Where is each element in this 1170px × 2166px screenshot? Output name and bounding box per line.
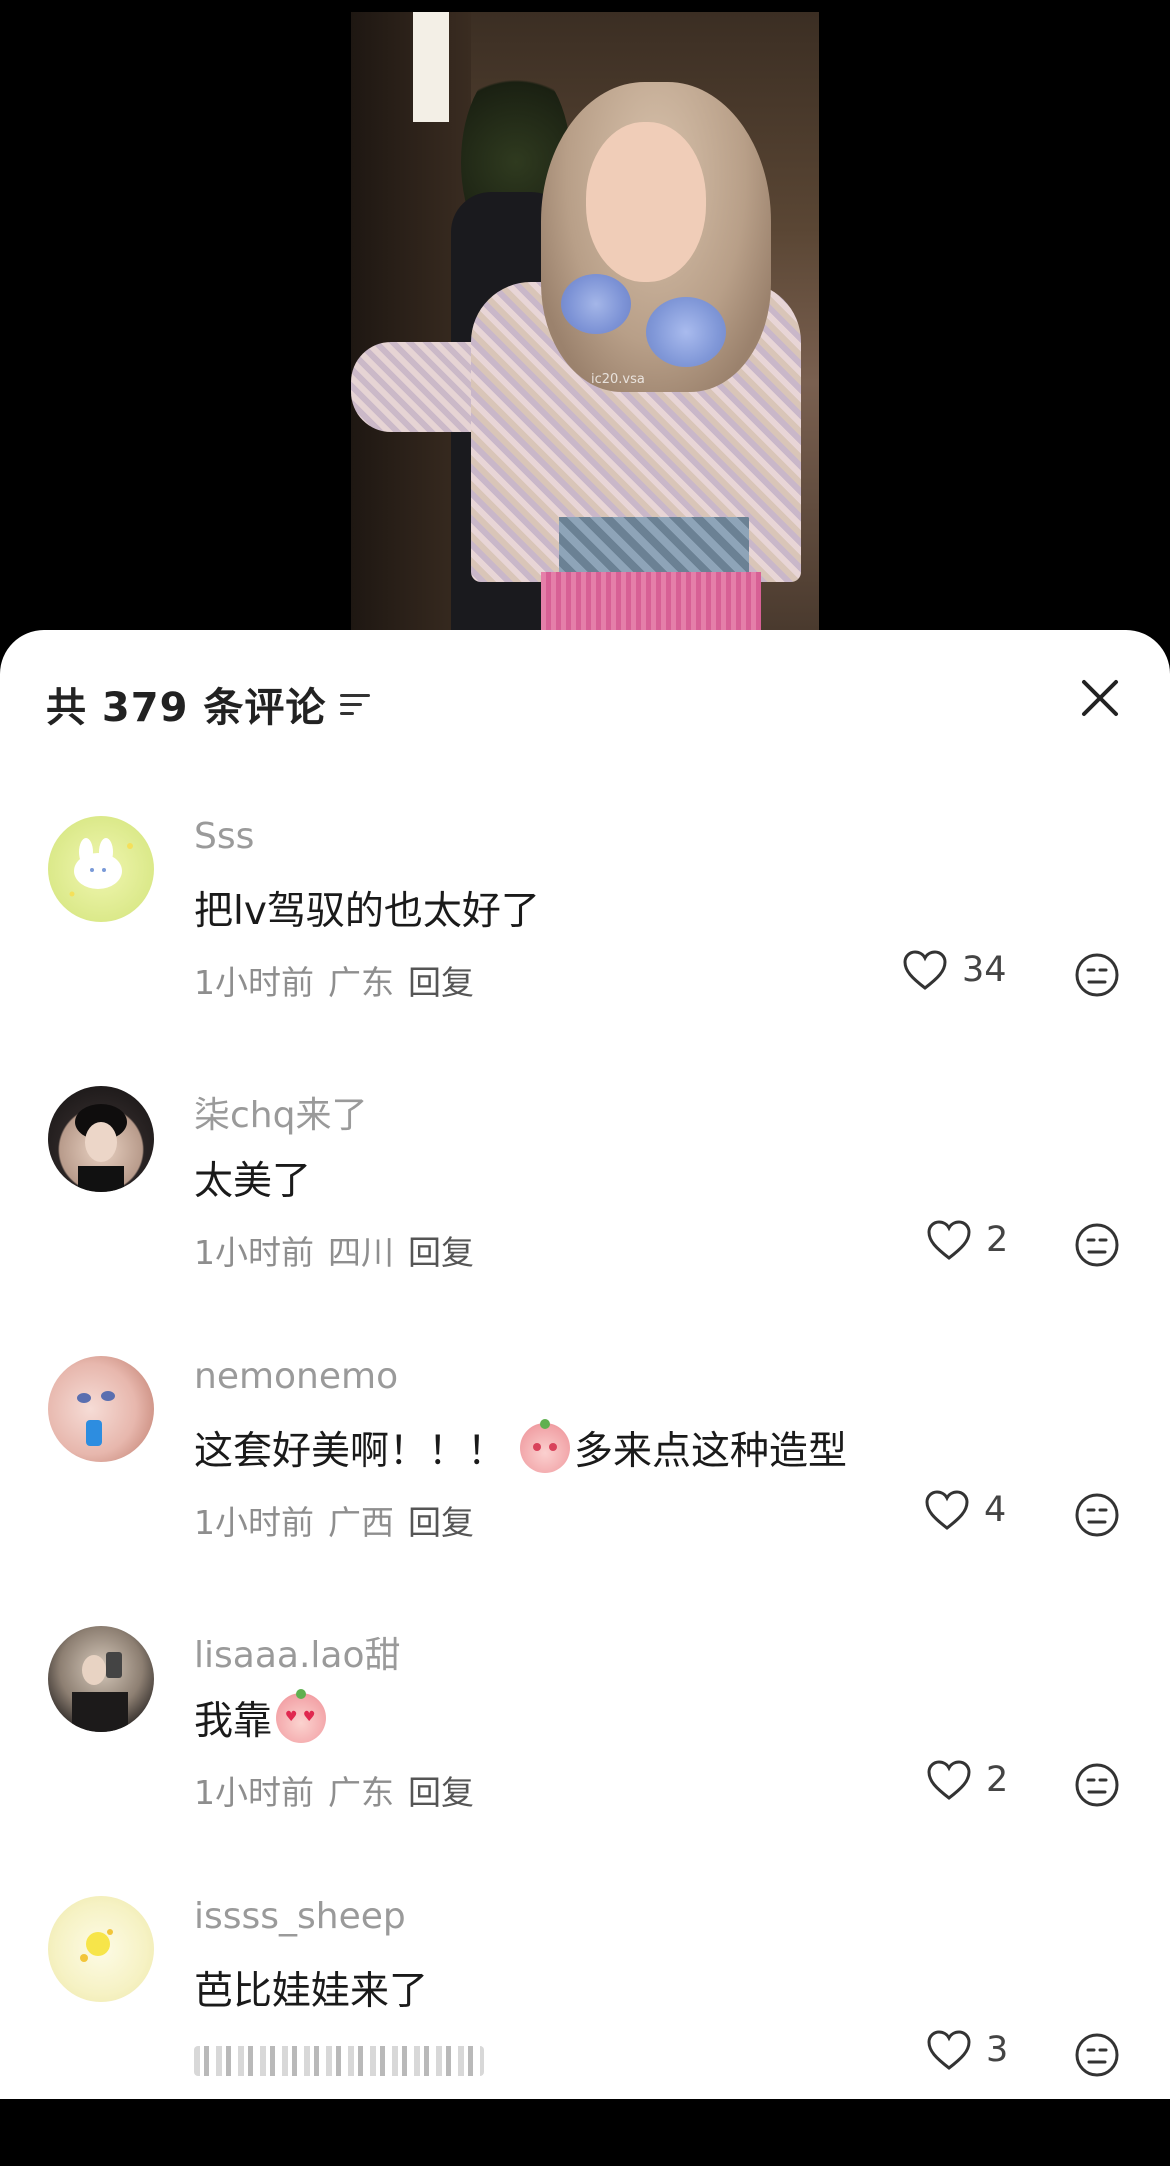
person-avatar-icon (72, 1652, 128, 1732)
video-scene-face (586, 122, 706, 282)
video-scene-skirt (541, 572, 761, 630)
video-scene-flower (646, 297, 726, 367)
comment-text: 这套好美啊！！！ 多来点这种造型 (194, 1419, 848, 1476)
comment-time: 1小时前 (194, 963, 314, 1002)
star-avatar-icon (80, 1929, 113, 1962)
like-count: 2 (986, 1760, 1009, 1800)
comment-item: lisaaa.lao甜 我靠 ♥ ♥ 1小时前 广东 回复 2 (0, 1626, 1170, 1896)
avatar[interactable] (48, 816, 154, 922)
like-button[interactable]: 2 (926, 1759, 1008, 1801)
video-frame[interactable]: ic20.vsa (351, 12, 819, 630)
like-count: 34 (962, 950, 1007, 990)
heart-icon (903, 950, 947, 990)
comment-text-part: 这套好美啊！！！ (194, 1429, 507, 1474)
heart-icon (927, 1760, 971, 1800)
comments-count-title: 共 379 条评论 (46, 685, 327, 731)
comments-header: 共 379 条评论 (46, 674, 371, 734)
video-watermark: ic20.vsa (591, 372, 645, 387)
comment-text: 我靠 ♥ ♥ (194, 1689, 330, 1746)
heart-eyes-emoji-icon: ♥ ♥ (276, 1689, 327, 1743)
sort-icon[interactable] (340, 690, 371, 718)
video-scene-belt (559, 517, 749, 577)
close-icon[interactable] (1078, 676, 1122, 720)
comment-item: Sss 把lv驾驭的也太好了 1小时前 广东 回复 34 (0, 816, 1170, 1086)
heart-icon (927, 2030, 971, 2070)
like-button[interactable]: 2 (926, 1219, 1008, 1261)
like-count: 4 (984, 1490, 1007, 1530)
reply-button[interactable]: 回复 (408, 1773, 474, 1812)
emoji-reaction-icon[interactable] (1074, 1762, 1120, 1808)
like-button[interactable]: 34 (902, 949, 1007, 991)
comment-meta: 1小时前 四川 回复 (194, 1226, 488, 1274)
emoji-reaction-icon[interactable] (1074, 1222, 1120, 1268)
comment-meta: 1小时前 广东 回复 (194, 1766, 488, 1814)
like-button[interactable]: 4 (924, 1489, 1006, 1531)
comment-location: 广西 (328, 1503, 394, 1542)
username[interactable]: issss_sheep (194, 1896, 406, 1937)
reply-button[interactable]: 回复 (408, 963, 474, 1002)
comment-item: 柒chq来了 太美了 1小时前 四川 回复 2 (0, 1086, 1170, 1356)
emoji-reaction-icon[interactable] (1074, 1492, 1120, 1538)
comment-location: 广东 (328, 1773, 394, 1812)
comment-location: 四川 (328, 1233, 394, 1272)
comment-location: 广东 (328, 963, 394, 1002)
person-avatar-icon (75, 1104, 127, 1192)
comment-meta: 1小时前 广东 回复 (194, 956, 488, 1004)
comment-text: 太美了 (194, 1159, 312, 1204)
comment-text-part: 我靠 (194, 1699, 273, 1744)
video-scene-light (413, 12, 449, 122)
heart-icon (925, 1490, 969, 1530)
bunny-avatar-icon (69, 838, 133, 897)
reply-button[interactable]: 回复 (408, 1233, 474, 1272)
comment-item: issss_sheep 芭比娃娃来了 3 (0, 1896, 1170, 2166)
comment-time: 1小时前 (194, 1503, 314, 1542)
comment-item: nemonemo 这套好美啊！！！ 多来点这种造型 1小时前 广西 回复 4 (0, 1356, 1170, 1626)
comment-text: 芭比娃娃来了 (194, 1969, 429, 2014)
comment-time: 1小时前 (194, 1233, 314, 1272)
username[interactable]: 柒chq来了 (194, 1086, 367, 1138)
comment-time: 1小时前 (194, 1773, 314, 1812)
video-scene-flower (561, 274, 631, 334)
peach-emoji-icon (520, 1419, 571, 1473)
username[interactable]: Sss (194, 816, 254, 857)
avatar[interactable] (48, 1356, 154, 1462)
avatar[interactable] (48, 1086, 154, 1192)
username[interactable]: lisaaa.lao甜 (194, 1626, 400, 1678)
avatar[interactable] (48, 1626, 154, 1732)
reply-button[interactable]: 回复 (408, 1503, 474, 1542)
like-button[interactable]: 3 (926, 2029, 1008, 2071)
emoji-reaction-icon[interactable] (1074, 2032, 1120, 2078)
comment-text-part: 多来点这种造型 (574, 1429, 848, 1474)
comments-sheet: 共 379 条评论 Sss 把lv驾驭的也太好了 1小时前 广东 回复 34 柒… (0, 630, 1170, 2099)
comment-meta: 1小时前 广西 回复 (194, 1496, 488, 1544)
emoji-reaction-icon[interactable] (1074, 952, 1120, 998)
avatar[interactable] (48, 1896, 154, 2002)
heart-icon (927, 1220, 971, 1260)
like-count: 2 (986, 1220, 1009, 1260)
username[interactable]: nemonemo (194, 1356, 398, 1397)
blurred-meta (194, 2046, 484, 2076)
person-avatar-icon (77, 1391, 115, 1446)
comment-text: 把lv驾驭的也太好了 (194, 889, 540, 934)
video-player[interactable]: ic20.vsa (0, 0, 1170, 680)
like-count: 3 (986, 2030, 1009, 2070)
